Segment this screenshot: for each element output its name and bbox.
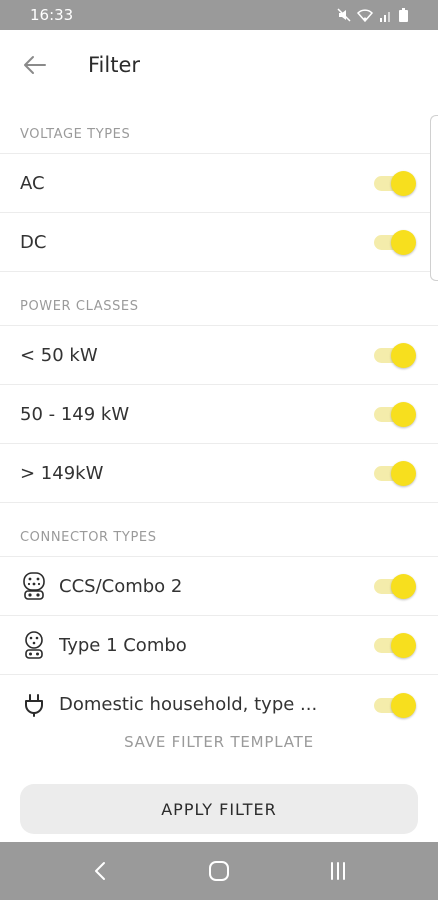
toggle-50-149kw[interactable] <box>374 402 416 427</box>
arrow-left-icon <box>24 56 46 74</box>
section-header-voltage: VOLTAGE TYPES <box>0 100 438 154</box>
filter-label: DC <box>20 231 47 253</box>
save-filter-template-button[interactable]: SAVE FILTER TEMPLATE <box>0 733 438 751</box>
filter-row-ac[interactable]: AC <box>0 154 438 213</box>
toggle-type-1-combo[interactable] <box>374 633 416 658</box>
filter-row-over-149kw[interactable]: > 149kW <box>0 444 438 503</box>
mute-icon <box>337 8 351 22</box>
section-header-power: POWER CLASSES <box>0 272 438 326</box>
chevron-left-icon <box>94 862 105 880</box>
signal-icon <box>380 11 390 22</box>
type-1-combo-connector-icon <box>20 630 48 660</box>
filter-label: CCS/Combo 2 <box>59 575 183 597</box>
recent-apps-icon <box>331 862 346 880</box>
filter-row-50-149kw[interactable]: 50 - 149 kW <box>0 385 438 444</box>
filter-label: 50 - 149 kW <box>20 403 130 425</box>
filter-label: < 50 kW <box>20 344 98 366</box>
status-icons <box>337 8 408 22</box>
status-time: 16:33 <box>30 6 74 24</box>
plug-icon <box>20 690 48 720</box>
toggle-ccs-combo-2[interactable] <box>374 574 416 599</box>
back-button[interactable] <box>22 52 48 78</box>
battery-icon <box>399 8 408 22</box>
filter-row-dc[interactable]: DC <box>0 213 438 272</box>
nav-recents-button[interactable] <box>318 851 358 891</box>
filter-label: Domestic household, type ... <box>59 694 318 715</box>
section-header-connector: CONNECTOR TYPES <box>0 503 438 557</box>
home-square-icon <box>208 861 229 881</box>
toggle-ac[interactable] <box>374 171 416 196</box>
app-header: Filter <box>0 30 438 100</box>
wifi-icon <box>357 8 373 22</box>
toggle-dc[interactable] <box>374 230 416 255</box>
filter-list[interactable]: VOLTAGE TYPES AC DC POWER CLASSES < 50 k… <box>0 100 438 740</box>
toggle-over-149kw[interactable] <box>374 461 416 486</box>
scroll-indicator[interactable] <box>430 115 438 281</box>
system-nav-bar <box>0 842 438 900</box>
apply-filter-button[interactable]: APPLY FILTER <box>20 784 418 834</box>
filter-row-under-50kw[interactable]: < 50 kW <box>0 326 438 385</box>
filter-row-ccs-combo-2[interactable]: CCS/Combo 2 <box>0 557 438 616</box>
nav-home-button[interactable] <box>199 851 239 891</box>
toggle-under-50kw[interactable] <box>374 343 416 368</box>
filter-label: AC <box>20 172 45 194</box>
filter-label: Type 1 Combo <box>59 634 187 656</box>
filter-row-type-1-combo[interactable]: Type 1 Combo <box>0 616 438 675</box>
ccs-combo-2-connector-icon <box>20 571 48 601</box>
page-title: Filter <box>88 53 141 77</box>
toggle-domestic-household[interactable] <box>374 692 416 718</box>
status-bar: 16:33 <box>0 0 438 30</box>
filter-label: > 149kW <box>20 462 104 484</box>
nav-back-button[interactable] <box>80 851 120 891</box>
filter-row-domestic-household[interactable]: Domestic household, type ... <box>0 675 438 734</box>
